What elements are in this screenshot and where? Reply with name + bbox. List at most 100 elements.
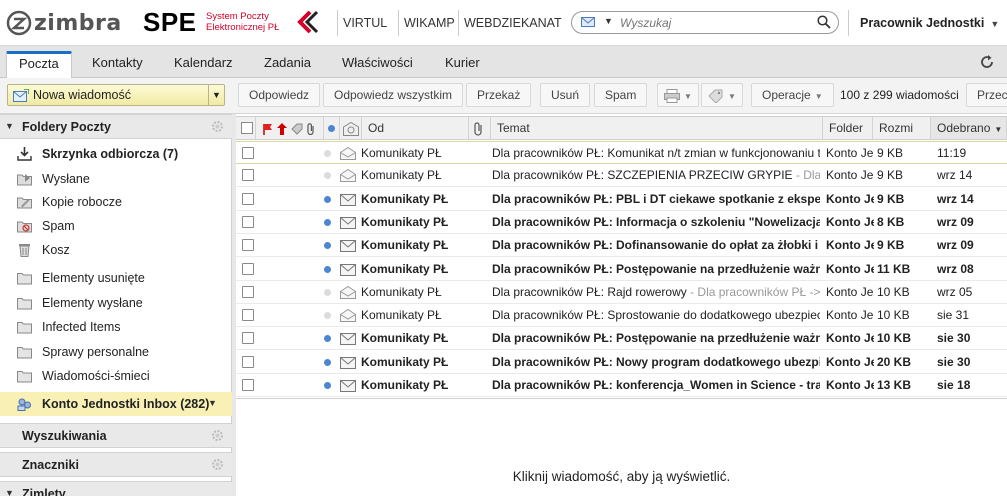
- mail-folders-header[interactable]: ▼ Foldery Poczty: [0, 114, 232, 139]
- sidebar-item-trash[interactable]: Kosz: [0, 238, 232, 262]
- refresh-icon[interactable]: [979, 54, 995, 70]
- message-row[interactable]: Komunikaty PŁ Dla pracowników PŁ: Sprosto…: [236, 304, 1007, 328]
- message-type-column[interactable]: [340, 117, 362, 139]
- zimlets-header[interactable]: ▼ Zimlety: [0, 481, 232, 496]
- message-row[interactable]: Komunikaty PŁ Dla pracowników PŁ: PBL i D…: [236, 188, 1007, 211]
- sidebar-item-spam[interactable]: Spam: [0, 214, 232, 238]
- unread-dot-icon[interactable]: [324, 242, 331, 250]
- delete-button[interactable]: Usuń: [540, 83, 591, 107]
- sidebar-item-sent[interactable]: Wysłane: [0, 167, 232, 191]
- message-checkbox[interactable]: [242, 215, 254, 228]
- message-row[interactable]: Komunikaty PŁ Dla pracowników PŁ: Postępo…: [236, 258, 1007, 281]
- column-size[interactable]: Rozmi: [873, 117, 931, 139]
- column-folder[interactable]: Folder: [823, 117, 873, 139]
- message-checkbox[interactable]: [242, 262, 254, 275]
- column-subject[interactable]: Temat: [491, 117, 823, 139]
- message-checkbox[interactable]: [242, 355, 254, 368]
- gear-icon[interactable]: [211, 429, 224, 442]
- message-subject: Dla pracowników PŁ: Rajd rowerowy - Dla …: [492, 285, 820, 299]
- message-checkbox[interactable]: [242, 379, 254, 391]
- read-dot-icon[interactable]: [324, 312, 331, 320]
- tags-header[interactable]: Znaczniki: [0, 452, 232, 477]
- unread-dot-icon[interactable]: [324, 218, 331, 226]
- message-subject-text: Dla pracowników PŁ: Postępowanie na prze…: [492, 261, 820, 276]
- collapse-arrow-icon[interactable]: ▼: [5, 121, 14, 131]
- mail-scope-icon[interactable]: [581, 17, 595, 27]
- column-from[interactable]: Od: [362, 117, 469, 139]
- read-dot-icon[interactable]: [324, 288, 331, 296]
- reply-all-button[interactable]: Odpowiedz wszystkim: [323, 83, 464, 107]
- sidebar-item-infected-items[interactable]: Infected Items: [0, 315, 232, 339]
- tab-courier[interactable]: Kurier: [433, 51, 492, 78]
- link-virtul[interactable]: VIRTUL: [337, 10, 392, 36]
- searches-header[interactable]: Wyszukiwania: [0, 423, 232, 448]
- read-status-column[interactable]: [324, 117, 340, 139]
- sidebar-item-drafts[interactable]: Kopie robocze: [0, 190, 232, 214]
- chevron-down-icon[interactable]: ▼: [208, 398, 217, 408]
- gear-icon[interactable]: [211, 120, 224, 133]
- attachment-column[interactable]: [469, 117, 491, 139]
- flags-column[interactable]: [256, 117, 324, 139]
- link-webdziekanat[interactable]: WEBDZIEKANAT: [458, 10, 567, 36]
- sidebar-item-sent-items[interactable]: Elementy wysłane: [0, 291, 232, 315]
- zimbra-logo[interactable]: zimbra: [6, 9, 122, 37]
- message-row[interactable]: Komunikaty PŁ Dla pracowników PŁ: SZCZEPI…: [236, 164, 1007, 188]
- message-checkbox[interactable]: [242, 309, 254, 322]
- message-row[interactable]: Komunikaty PŁ Dla pracowników PŁ: konfere…: [236, 374, 1007, 397]
- gear-icon[interactable]: [211, 458, 224, 471]
- message-from: Komunikaty PŁ: [361, 146, 442, 160]
- select-all-checkbox[interactable]: [241, 122, 253, 134]
- envelope-open-icon: [340, 169, 356, 183]
- sidebar-item-deleted-items[interactable]: Elementy usunięte: [0, 266, 232, 290]
- message-row[interactable]: Komunikaty PŁ Dla pracowników PŁ: Informa…: [236, 211, 1007, 234]
- read-dot-icon[interactable]: [324, 150, 331, 157]
- reply-button[interactable]: Odpowiedz: [238, 83, 321, 107]
- new-message-button[interactable]: Nowa wiadomość ▼: [7, 84, 225, 106]
- tab-preferences[interactable]: Właściwości: [330, 51, 425, 78]
- unread-dot-icon[interactable]: [324, 195, 331, 203]
- forward-button[interactable]: Przekaż: [466, 83, 532, 107]
- link-wikamp[interactable]: WIKAMP: [398, 10, 460, 36]
- tag-button[interactable]: ▼: [701, 83, 743, 107]
- message-checkbox[interactable]: [242, 192, 254, 205]
- tab-tasks[interactable]: Zadania: [252, 51, 323, 78]
- message-checkbox[interactable]: [242, 239, 254, 252]
- message-checkbox[interactable]: [242, 169, 254, 182]
- sidebar-item-inbox[interactable]: Skrzynka odbiorcza (7): [0, 142, 232, 166]
- message-checkbox[interactable]: [242, 332, 254, 345]
- operations-menu[interactable]: Operacje ▼: [751, 83, 834, 107]
- read-dot-icon[interactable]: [324, 172, 331, 180]
- unread-dot-icon[interactable]: [324, 335, 331, 343]
- user-menu[interactable]: Pracownik Jednostki ▼: [848, 10, 1007, 36]
- sidebar-item-shared-inbox[interactable]: Konto Jednostki Inbox (282) ▼: [0, 392, 232, 416]
- search-input[interactable]: [620, 15, 815, 31]
- column-received[interactable]: Odebrano ▼: [931, 117, 1007, 139]
- message-row[interactable]: Komunikaty PŁ Dla pracowników PŁ: Dofinan…: [236, 234, 1007, 258]
- message-folder: Konto Je: [826, 378, 874, 392]
- message-fragment: - Dla pracowników PŁ ->: [686, 284, 820, 299]
- message-row[interactable]: Komunikaty PŁ Dla pracowników PŁ: Komunik…: [236, 141, 1007, 164]
- spam-button[interactable]: Spam: [594, 83, 648, 107]
- tab-contacts[interactable]: Kontakty: [80, 51, 155, 78]
- tab-mail[interactable]: Poczta: [6, 51, 72, 78]
- tab-calendar[interactable]: Kalendarz: [162, 51, 245, 78]
- expand-arrow-icon[interactable]: ▼: [5, 488, 14, 496]
- unread-dot-icon[interactable]: [324, 265, 331, 273]
- message-row[interactable]: Komunikaty PŁ Dla pracowników PŁ: Rajd ro…: [236, 281, 1007, 304]
- unread-dot-icon[interactable]: [324, 382, 331, 389]
- message-row[interactable]: Komunikaty PŁ Dla pracowników PŁ: Nowy pr…: [236, 351, 1007, 374]
- message-checkbox[interactable]: [242, 285, 254, 298]
- next-page-button[interactable]: Przec: [966, 83, 1007, 107]
- search-icon[interactable]: [817, 15, 831, 29]
- message-checkbox[interactable]: [242, 147, 254, 159]
- search-scope-dropdown-icon[interactable]: ▼: [604, 16, 613, 26]
- message-fragment: - Dla: [792, 168, 820, 183]
- sidebar-item-personal-matters[interactable]: Sprawy personalne: [0, 340, 232, 364]
- unread-dot-icon[interactable]: [324, 358, 331, 366]
- sidebar-item-junk-messages[interactable]: Wiadomości-śmieci: [0, 364, 232, 388]
- message-date: wrz 08: [937, 261, 974, 276]
- print-button[interactable]: ▼: [657, 83, 699, 107]
- new-message-dropdown-icon[interactable]: ▼: [208, 85, 224, 105]
- select-all-column[interactable]: [236, 117, 256, 139]
- message-row[interactable]: Komunikaty PŁ Dla pracowników PŁ: Postępo…: [236, 327, 1007, 351]
